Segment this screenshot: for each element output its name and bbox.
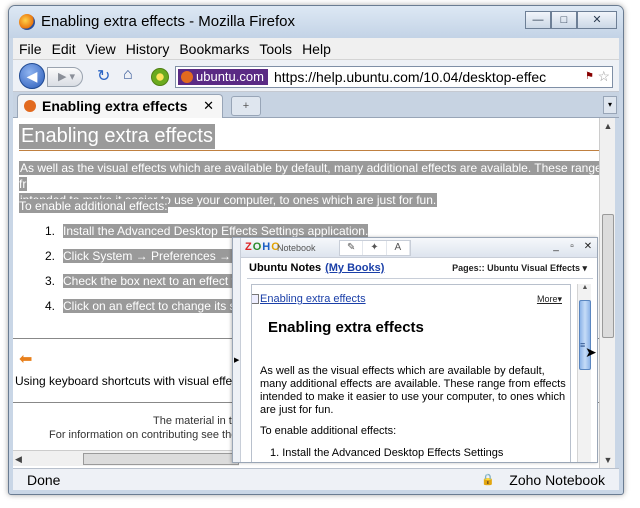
page-icon bbox=[252, 294, 259, 304]
previous-arrow-icon[interactable]: ⬅ bbox=[19, 352, 35, 368]
maximize-button[interactable]: □ bbox=[551, 11, 577, 29]
menu-edit[interactable]: Edit bbox=[52, 41, 76, 57]
tab-active[interactable]: Enabling extra effects ✕ bbox=[17, 94, 223, 118]
zoho-tool-group: ✎ ✦ A bbox=[339, 240, 411, 256]
scroll-left-icon[interactable]: ◀ bbox=[15, 451, 22, 467]
more-menu[interactable]: More▾ bbox=[537, 294, 562, 305]
tab-close-icon[interactable]: ✕ bbox=[203, 98, 214, 114]
new-tab-button[interactable]: + bbox=[231, 96, 261, 116]
window-controls: — □ ✕ bbox=[525, 11, 617, 29]
back-arrow-icon[interactable]: ◀ bbox=[19, 63, 45, 89]
notebook-page: Enabling extra effects More▾ Enabling ex… bbox=[251, 284, 571, 462]
zoho-notebook-panel: ▶ ZOHO Notebook ✎ ✦ A _ ▫ ✕ Ubuntu Notes… bbox=[232, 237, 598, 463]
tab-favicon-icon bbox=[24, 100, 36, 112]
zoho-notebook-status[interactable]: Zoho Notebook bbox=[509, 472, 605, 488]
collapse-arrow-icon: ▶ bbox=[234, 357, 240, 364]
scrollbar-thumb[interactable] bbox=[602, 214, 614, 338]
scroll-up-icon[interactable]: ▲ bbox=[578, 284, 592, 296]
menu-tools[interactable]: Tools bbox=[259, 41, 292, 57]
page-horizontal-scrollbar[interactable]: ◀ bbox=[13, 450, 239, 466]
url-bar[interactable]: ubuntu.com https://help.ubuntu.com/10.04… bbox=[175, 66, 613, 88]
previous-page-link[interactable]: Using keyboard shortcuts with visual eff… bbox=[15, 374, 242, 388]
status-text: Done bbox=[27, 472, 61, 488]
text-tool-icon[interactable]: A bbox=[387, 241, 410, 255]
list-item: 1. Install the Advanced Desktop Effects S… bbox=[44, 224, 369, 238]
clip-icon[interactable]: ✎ bbox=[340, 241, 364, 255]
menu-view[interactable]: View bbox=[86, 41, 116, 57]
zoho-close-button[interactable]: ✕ bbox=[581, 241, 595, 254]
notebook-list-item: 1. Install the Advanced Desktop Effects … bbox=[270, 447, 504, 459]
menu-bar: File Edit View History Bookmarks Tools H… bbox=[13, 38, 619, 60]
site-favicon-icon bbox=[181, 71, 193, 83]
to-enable-label: To enable additional effects: bbox=[19, 199, 168, 213]
page-vertical-scrollbar[interactable]: ▲ ▼ bbox=[599, 118, 615, 468]
firefox-logo-icon bbox=[19, 14, 35, 30]
list-item: 3. Check the box next to an effect to bbox=[44, 274, 242, 288]
minimize-button[interactable]: — bbox=[525, 11, 551, 29]
url-input[interactable]: https://help.ubuntu.com/10.04/desktop-ef… bbox=[274, 69, 554, 85]
forward-arrow-icon[interactable]: ▶ ▾ bbox=[47, 67, 83, 87]
zoho-notebook-label: Notebook bbox=[277, 243, 316, 253]
scrollbar-thumb[interactable] bbox=[83, 453, 239, 465]
page-link[interactable]: Enabling extra effects bbox=[260, 293, 366, 305]
zoho-logo: ZOHO bbox=[245, 241, 281, 253]
menu-bookmarks[interactable]: Bookmarks bbox=[179, 41, 249, 57]
footer-contribute: For information on contributing see the … bbox=[49, 429, 248, 441]
mouse-cursor-icon: ➤ bbox=[585, 344, 597, 360]
flag-icon: ⚑ bbox=[585, 71, 594, 82]
extension-icon[interactable] bbox=[151, 68, 169, 86]
page-heading: Enabling extra effects bbox=[19, 124, 215, 149]
home-icon[interactable]: ⌂ bbox=[123, 66, 133, 84]
lock-icon: 🔒 bbox=[481, 474, 495, 486]
heading-rule bbox=[19, 150, 599, 151]
status-bar: Done 🔒 Zoho Notebook bbox=[13, 468, 619, 490]
zoho-restore-button[interactable]: ▫ bbox=[565, 241, 579, 254]
notebook-heading: Enabling extra effects bbox=[268, 319, 424, 336]
list-item: 4. Click on an effect to change its se bbox=[44, 299, 243, 313]
notebook-title: Ubuntu Notes (My Books) bbox=[249, 262, 385, 274]
scroll-down-icon[interactable]: ▼ bbox=[600, 452, 616, 468]
scroll-up-icon[interactable]: ▲ bbox=[600, 118, 616, 134]
panel-collapse-handle[interactable]: ▶ bbox=[233, 238, 241, 462]
menu-help[interactable]: Help bbox=[302, 41, 331, 57]
footer-license: The material in th bbox=[153, 415, 238, 427]
my-books-link[interactable]: (My Books) bbox=[325, 262, 384, 274]
tab-list-icon[interactable]: ▾ bbox=[603, 96, 617, 114]
zoho-minimize-button[interactable]: _ bbox=[549, 241, 563, 254]
highlight-icon[interactable]: ✦ bbox=[363, 241, 387, 255]
list-item: 2. Click System → Preferences → Co bbox=[44, 249, 250, 263]
tab-label: Enabling extra effects bbox=[42, 98, 188, 114]
menu-file[interactable]: File bbox=[19, 41, 42, 57]
window-title: Enabling extra effects - Mozilla Firefox bbox=[41, 13, 295, 30]
bookmark-star-icon[interactable]: ☆ bbox=[597, 68, 610, 85]
close-button[interactable]: ✕ bbox=[577, 11, 617, 29]
menu-history[interactable]: History bbox=[126, 41, 170, 57]
divider bbox=[247, 278, 593, 279]
notebook-paragraph: As well as the visual effects which are … bbox=[260, 365, 566, 416]
pages-dropdown[interactable]: Pages:: Ubuntu Visual Effects ▾ bbox=[452, 263, 587, 274]
navigation-toolbar: ◀ ▶ ▾ ↻ ⌂ ubuntu.com https://help.ubuntu… bbox=[13, 60, 619, 92]
intro-line-1: As well as the visual effects which are … bbox=[19, 161, 599, 191]
tab-strip: Enabling extra effects ✕ + ▾ bbox=[13, 92, 619, 118]
notebook-paragraph: To enable additional effects: bbox=[260, 425, 397, 437]
title-bar: Enabling extra effects - Mozilla Firefox… bbox=[9, 6, 623, 38]
reload-icon[interactable]: ↻ bbox=[97, 66, 110, 86]
site-identity-button[interactable]: ubuntu.com bbox=[178, 69, 268, 85]
zoho-vertical-scrollbar[interactable]: ▲ ≡ bbox=[577, 284, 592, 462]
zoho-toolbar: ZOHO Notebook ✎ ✦ A _ ▫ ✕ bbox=[241, 238, 597, 258]
